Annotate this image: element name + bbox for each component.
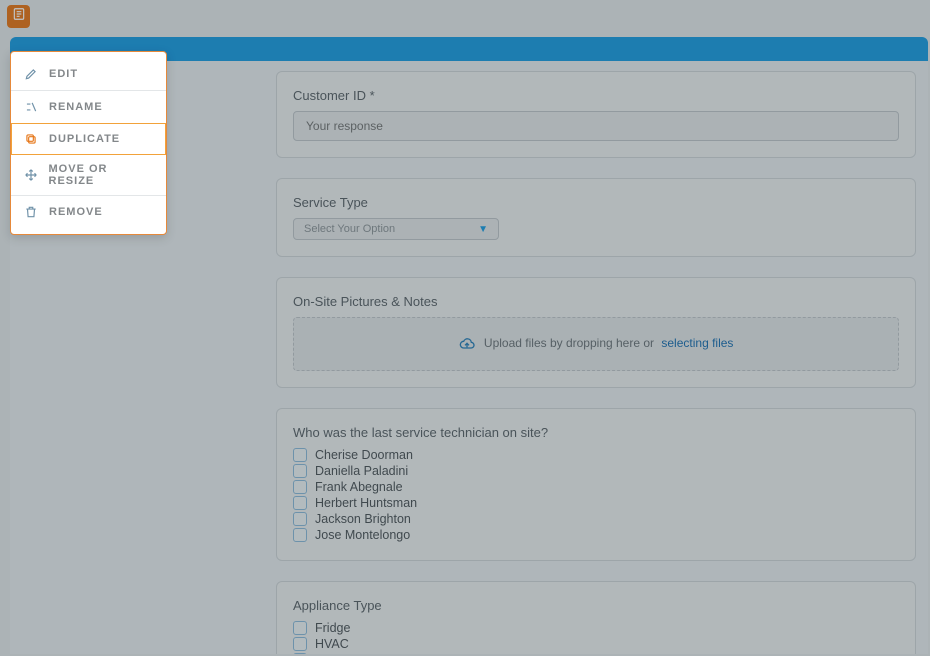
checkbox-row[interactable]: Cherise Doorman bbox=[293, 448, 899, 462]
context-menu: EDIT RENAME DUPLICATE MOVE OR RESIZE REM… bbox=[10, 51, 167, 235]
checkbox[interactable] bbox=[293, 512, 307, 526]
service-type-select[interactable]: Select Your Option ▼ bbox=[293, 218, 499, 240]
checkbox-row[interactable]: Jackson Brighton bbox=[293, 512, 899, 526]
checkbox[interactable] bbox=[293, 480, 307, 494]
field-service-type: Service Type Select Your Option ▼ bbox=[276, 178, 916, 257]
checkbox-label: HVAC bbox=[315, 637, 349, 651]
field-appliance: Appliance Type FridgeHVACA/CHeating bbox=[276, 581, 916, 654]
checkbox-row[interactable]: Fridge bbox=[293, 621, 899, 635]
checkbox-label: Cherise Doorman bbox=[315, 448, 413, 462]
checkbox[interactable] bbox=[293, 464, 307, 478]
upload-dropzone[interactable]: Upload files by dropping here or selecti… bbox=[293, 317, 899, 371]
field-technician: Who was the last service technician on s… bbox=[276, 408, 916, 561]
clipboard-list-icon bbox=[12, 7, 26, 26]
field-label: Service Type bbox=[293, 195, 899, 210]
checkbox-row[interactable]: Herbert Huntsman bbox=[293, 496, 899, 510]
selecting-files-link[interactable]: selecting files bbox=[661, 336, 733, 350]
checkbox[interactable] bbox=[293, 653, 307, 654]
menu-label: MOVE OR RESIZE bbox=[49, 163, 154, 187]
menu-move-resize[interactable]: MOVE OR RESIZE bbox=[11, 155, 166, 195]
checkbox-label: Fridge bbox=[315, 621, 350, 635]
chevron-down-icon: ▼ bbox=[478, 224, 488, 235]
field-label: On-Site Pictures & Notes bbox=[293, 294, 899, 309]
technician-options: Cherise Doorman Daniella Paladini Frank Ab… bbox=[293, 448, 899, 542]
menu-rename[interactable]: RENAME bbox=[11, 91, 166, 123]
checkbox-row[interactable]: Frank Abegnale bbox=[293, 480, 899, 494]
checkbox-label: Jackson Brighton bbox=[315, 512, 411, 526]
checkbox-row[interactable]: Daniella Paladini bbox=[293, 464, 899, 478]
cloud-upload-icon bbox=[459, 336, 475, 352]
checkbox[interactable] bbox=[293, 637, 307, 651]
menu-remove[interactable]: REMOVE bbox=[11, 196, 166, 228]
form-icon-button[interactable] bbox=[7, 5, 30, 28]
field-pictures: On-Site Pictures & Notes Upload files by… bbox=[276, 277, 916, 388]
checkbox[interactable] bbox=[293, 496, 307, 510]
checkbox-row[interactable]: HVAC bbox=[293, 637, 899, 651]
menu-label: RENAME bbox=[49, 101, 103, 113]
menu-edit[interactable]: EDIT bbox=[11, 58, 166, 90]
upload-text: Upload files by dropping here or bbox=[484, 336, 654, 350]
checkbox-row[interactable]: Jose Montelongo bbox=[293, 528, 899, 542]
checkbox[interactable] bbox=[293, 528, 307, 542]
field-customer-id: Customer ID * bbox=[276, 71, 916, 158]
checkbox[interactable] bbox=[293, 621, 307, 635]
checkbox-label: Frank Abegnale bbox=[315, 480, 403, 494]
checkbox-label: Daniella Paladini bbox=[315, 464, 408, 478]
pencil-icon bbox=[23, 66, 39, 82]
trash-icon bbox=[23, 204, 39, 220]
menu-duplicate[interactable]: DUPLICATE bbox=[11, 123, 166, 155]
menu-label: REMOVE bbox=[49, 206, 103, 218]
menu-label: EDIT bbox=[49, 68, 78, 80]
field-label: Who was the last service technician on s… bbox=[293, 425, 899, 440]
duplicate-icon bbox=[23, 131, 39, 147]
checkbox[interactable] bbox=[293, 448, 307, 462]
field-label: Appliance Type bbox=[293, 598, 899, 613]
select-placeholder: Select Your Option bbox=[304, 223, 395, 235]
checkbox-label: A/C bbox=[315, 653, 336, 654]
field-label: Customer ID * bbox=[293, 88, 899, 103]
rename-icon bbox=[23, 99, 39, 115]
customer-id-input[interactable] bbox=[293, 111, 899, 141]
menu-label: DUPLICATE bbox=[49, 133, 120, 145]
checkbox-label: Herbert Huntsman bbox=[315, 496, 417, 510]
appliance-options: FridgeHVACA/CHeating bbox=[293, 621, 899, 654]
checkbox-label: Jose Montelongo bbox=[315, 528, 410, 542]
checkbox-row[interactable]: A/C bbox=[293, 653, 899, 654]
move-icon bbox=[23, 167, 39, 183]
